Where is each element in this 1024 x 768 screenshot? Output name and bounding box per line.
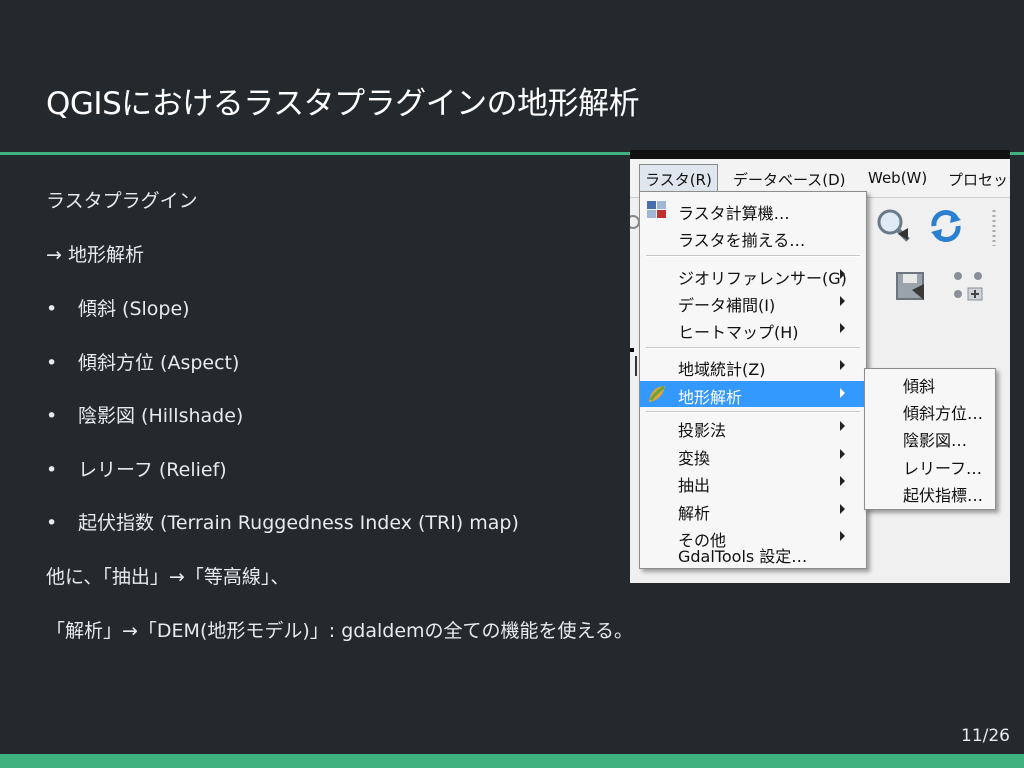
menu-item-zonal-statistics[interactable]: 地域統計(Z) (640, 353, 866, 379)
submenu-arrow-icon (840, 323, 845, 333)
menu-item-projections[interactable]: 投影法 (640, 414, 866, 440)
submenu-item-ruggedness-index[interactable]: 起伏指標… (903, 482, 983, 506)
menu-item-analysis[interactable]: 解析 (640, 497, 866, 523)
menu-item-align-rasters[interactable]: ラスタを揃える… (640, 224, 866, 250)
menu-item-label: 地形解析 (678, 388, 743, 407)
slide-title: QGISにおけるラスタプラグインの地形解析 (46, 86, 640, 122)
submenu-item-aspect[interactable]: 傾斜方位… (903, 400, 983, 424)
menu-item-label: 変換 (678, 449, 711, 468)
menu-item-conversion[interactable]: 変換 (640, 442, 866, 468)
menu-separator (646, 411, 860, 413)
submenu-arrow-icon (840, 531, 845, 541)
submenu-item-relief[interactable]: レリーフ… (903, 455, 982, 479)
raster-calculator-icon (647, 201, 666, 218)
bullet-text: 傾斜方位 (Aspect) (78, 352, 240, 374)
cursor-mark (630, 348, 634, 352)
menu-database[interactable]: データベース(D) (733, 169, 846, 190)
submenu-item-hillshade[interactable]: 陰影図… (903, 427, 967, 451)
bullet-text: 起伏指数 (Terrain Ruggedness Index (TRI) map… (78, 512, 519, 534)
menu-separator (646, 255, 860, 257)
menu-item-georeferencer[interactable]: ジオリファレンサー(G) (640, 262, 866, 288)
submenu-arrow-icon (840, 360, 845, 370)
submenu-arrow-icon (840, 476, 845, 486)
submenu-item-slope[interactable]: 傾斜 (903, 373, 935, 397)
bullet-item: • 陰影図 (Hillshade) (46, 401, 243, 428)
menu-item-label: ラスタを揃える… (678, 231, 806, 250)
bullet-text: レリーフ (Relief) (78, 459, 227, 481)
toolbar-grip-icon (992, 210, 996, 246)
menu-item-heatmap[interactable]: ヒートマップ(H) (640, 316, 866, 342)
bullet-item: • レリーフ (Relief) (46, 455, 227, 482)
menu-item-raster-calculator[interactable]: ラスタ計算機… (640, 197, 866, 223)
cursor-line (635, 356, 637, 376)
menu-item-label: 抽出 (678, 476, 711, 495)
bullet-marker: • (46, 405, 58, 427)
bullet-marker: • (46, 512, 58, 534)
submenu-arrow-icon (840, 449, 845, 459)
bullet-marker: • (46, 352, 58, 374)
menu-item-label: GdalTools 設定… (678, 547, 808, 566)
menu-item-label: 地域統計(Z) (678, 360, 766, 379)
menu-processing[interactable]: プロセッシ (948, 169, 1010, 190)
bullet-marker: • (46, 459, 58, 481)
bullet-item: • 傾斜 (Slope) (46, 294, 190, 321)
refresh-icon[interactable] (928, 208, 964, 244)
bullet-text: 傾斜 (Slope) (78, 298, 190, 320)
menu-web[interactable]: Web(W) (868, 169, 927, 187)
menu-item-interpolation[interactable]: データ補間(I) (640, 289, 866, 315)
bullet-item: • 傾斜方位 (Aspect) (46, 348, 239, 375)
terrain-analysis-icon (649, 385, 665, 402)
submenu-arrow-icon (840, 296, 845, 306)
terrain-analysis-submenu: 傾斜 傾斜方位… 陰影図… レリーフ… 起伏指標… (864, 368, 996, 510)
submenu-arrow-icon (840, 388, 845, 398)
note-text: 「解析」→「DEM(地形モデル)」: gdaldemの全ての機能を使える。 (46, 620, 633, 642)
qgis-menu-screenshot: ラスタ(R) データベース(D) Web(W) プロセッシ (630, 150, 1010, 583)
bullet-marker: • (46, 298, 58, 320)
menu-item-terrain-analysis[interactable]: 地形解析 (640, 381, 866, 407)
footer-bar (0, 754, 1024, 768)
menu-item-label: 投影法 (678, 421, 727, 440)
menu-item-label: 解析 (678, 504, 711, 523)
menu-item-extraction[interactable]: 抽出 (640, 469, 866, 495)
page-number: 11/26 (961, 726, 1010, 746)
bullet-item: • 起伏指数 (Terrain Ruggedness Index (TRI) ma… (46, 508, 519, 535)
save-edits-icon[interactable] (894, 270, 928, 304)
menu-item-label: ラスタ計算機… (678, 204, 790, 223)
submenu-arrow-icon (840, 421, 845, 431)
zoom-icon[interactable] (874, 206, 914, 246)
submenu-arrow-icon (840, 504, 845, 514)
add-feature-icon[interactable] (950, 268, 986, 304)
menu-item-label: ヒートマップ(H) (678, 323, 799, 342)
note-text: 他に、「抽出」→「等高線」、 (46, 566, 290, 588)
menu-item-gdaltools-settings[interactable]: GdalTools 設定… (640, 541, 866, 567)
submenu-arrow-icon (840, 269, 845, 279)
menu-separator (646, 347, 860, 349)
menu-item-label: データ補間(I) (678, 296, 776, 315)
bullet-text: 陰影図 (Hillshade) (78, 405, 244, 427)
window-edge (630, 150, 1010, 159)
intro-text: ラスタプラグイン (46, 190, 198, 212)
menu-item-label: ジオリファレンサー(G) (678, 269, 847, 288)
menu-path-text: → 地形解析 (46, 244, 144, 266)
raster-dropdown-menu: ラスタ計算機… ラスタを揃える… ジオリファレンサー(G) データ補間(I) ヒ… (639, 191, 867, 569)
